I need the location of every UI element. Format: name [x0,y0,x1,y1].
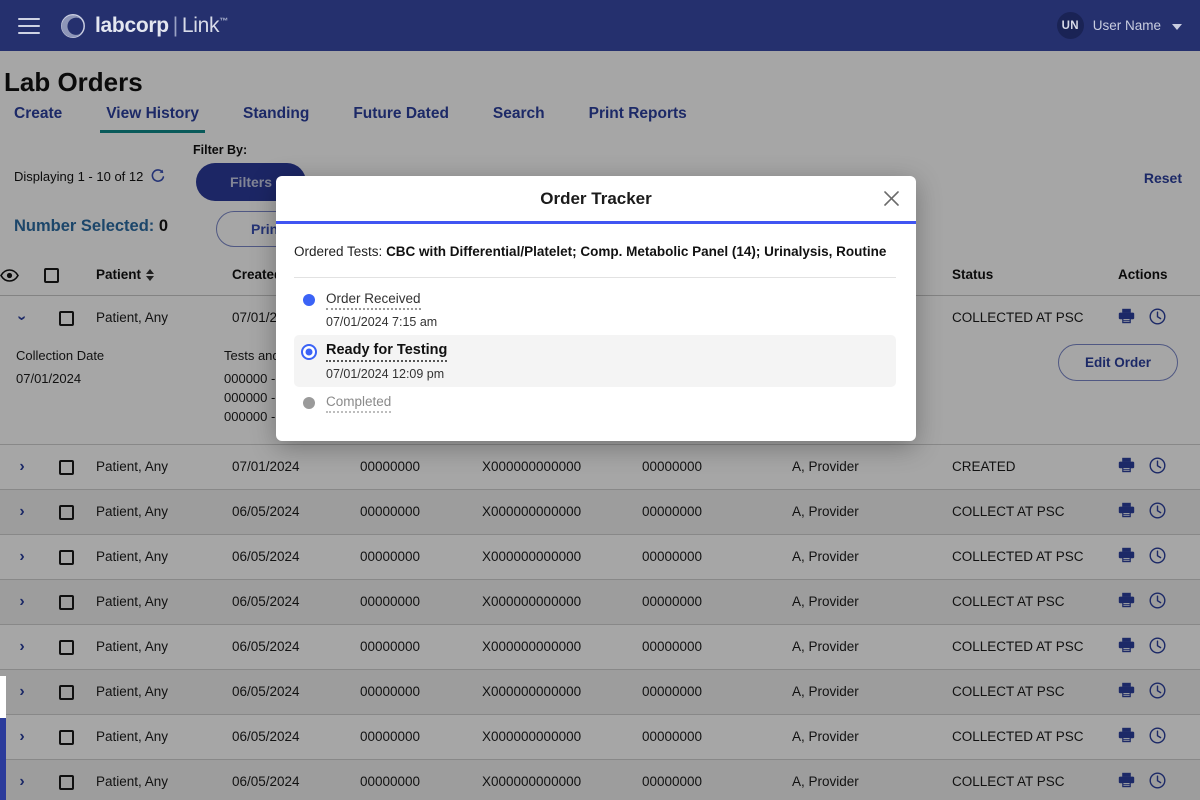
hamburger-menu-icon[interactable] [18,18,40,34]
timeline-text: Order Received 07/01/2024 7:15 am [324,290,437,329]
left-edge-marker-white [0,676,6,718]
order-tracker-modal: Order Tracker Ordered Tests: CBC with Di… [276,176,916,441]
avatar: UN [1057,12,1084,39]
app-root: labcorp|Link™ UN User Name Lab Orders Cr… [0,0,1200,800]
user-name-label: User Name [1093,18,1161,33]
timeline-dot-done [303,294,315,306]
brand-name: labcorp [95,14,169,37]
brand-trademark: ™ [219,16,228,26]
brand-separator: | [173,14,178,37]
left-edge-marker-blue [0,718,6,800]
timeline-step: Completed [294,387,896,419]
timeline-step-label: Completed [326,394,391,413]
modal-header: Order Tracker [276,176,916,224]
timeline-step: Order Received 07/01/2024 7:15 am [294,284,896,335]
timeline-step-label: Ready for Testing [326,342,447,362]
order-timeline: Order Received 07/01/2024 7:15 am Ready fo… [294,284,896,419]
modal-title: Order Tracker [540,189,652,209]
top-navigation-bar: labcorp|Link™ UN User Name [0,0,1200,51]
brand-product: Link [182,14,219,37]
close-icon[interactable] [880,188,902,210]
brand-logo[interactable]: labcorp|Link™ [60,13,228,39]
ordered-tests-label: Ordered Tests: [294,244,382,259]
brand-text: labcorp|Link™ [95,14,228,38]
chevron-down-icon[interactable] [1172,24,1182,30]
modal-body: Ordered Tests: CBC with Differential/Pla… [276,224,916,441]
timeline-step-time: 07/01/2024 7:15 am [326,315,437,329]
modal-divider [294,277,896,278]
ordered-tests: Ordered Tests: CBC with Differential/Pla… [294,244,896,259]
timeline-step-label: Order Received [326,291,421,310]
timeline-dot-current [301,344,317,360]
timeline-text: Completed [324,393,391,413]
ordered-tests-value: CBC with Differential/Platelet; Comp. Me… [386,244,886,259]
timeline-text: Ready for Testing 07/01/2024 12:09 pm [324,341,447,381]
timeline-step-time: 07/01/2024 12:09 pm [326,367,447,381]
labcorp-logo-icon [60,13,86,39]
timeline-dot-pending [303,397,315,409]
timeline-step: Ready for Testing 07/01/2024 12:09 pm [294,335,896,387]
user-menu[interactable]: UN User Name [1057,12,1182,39]
